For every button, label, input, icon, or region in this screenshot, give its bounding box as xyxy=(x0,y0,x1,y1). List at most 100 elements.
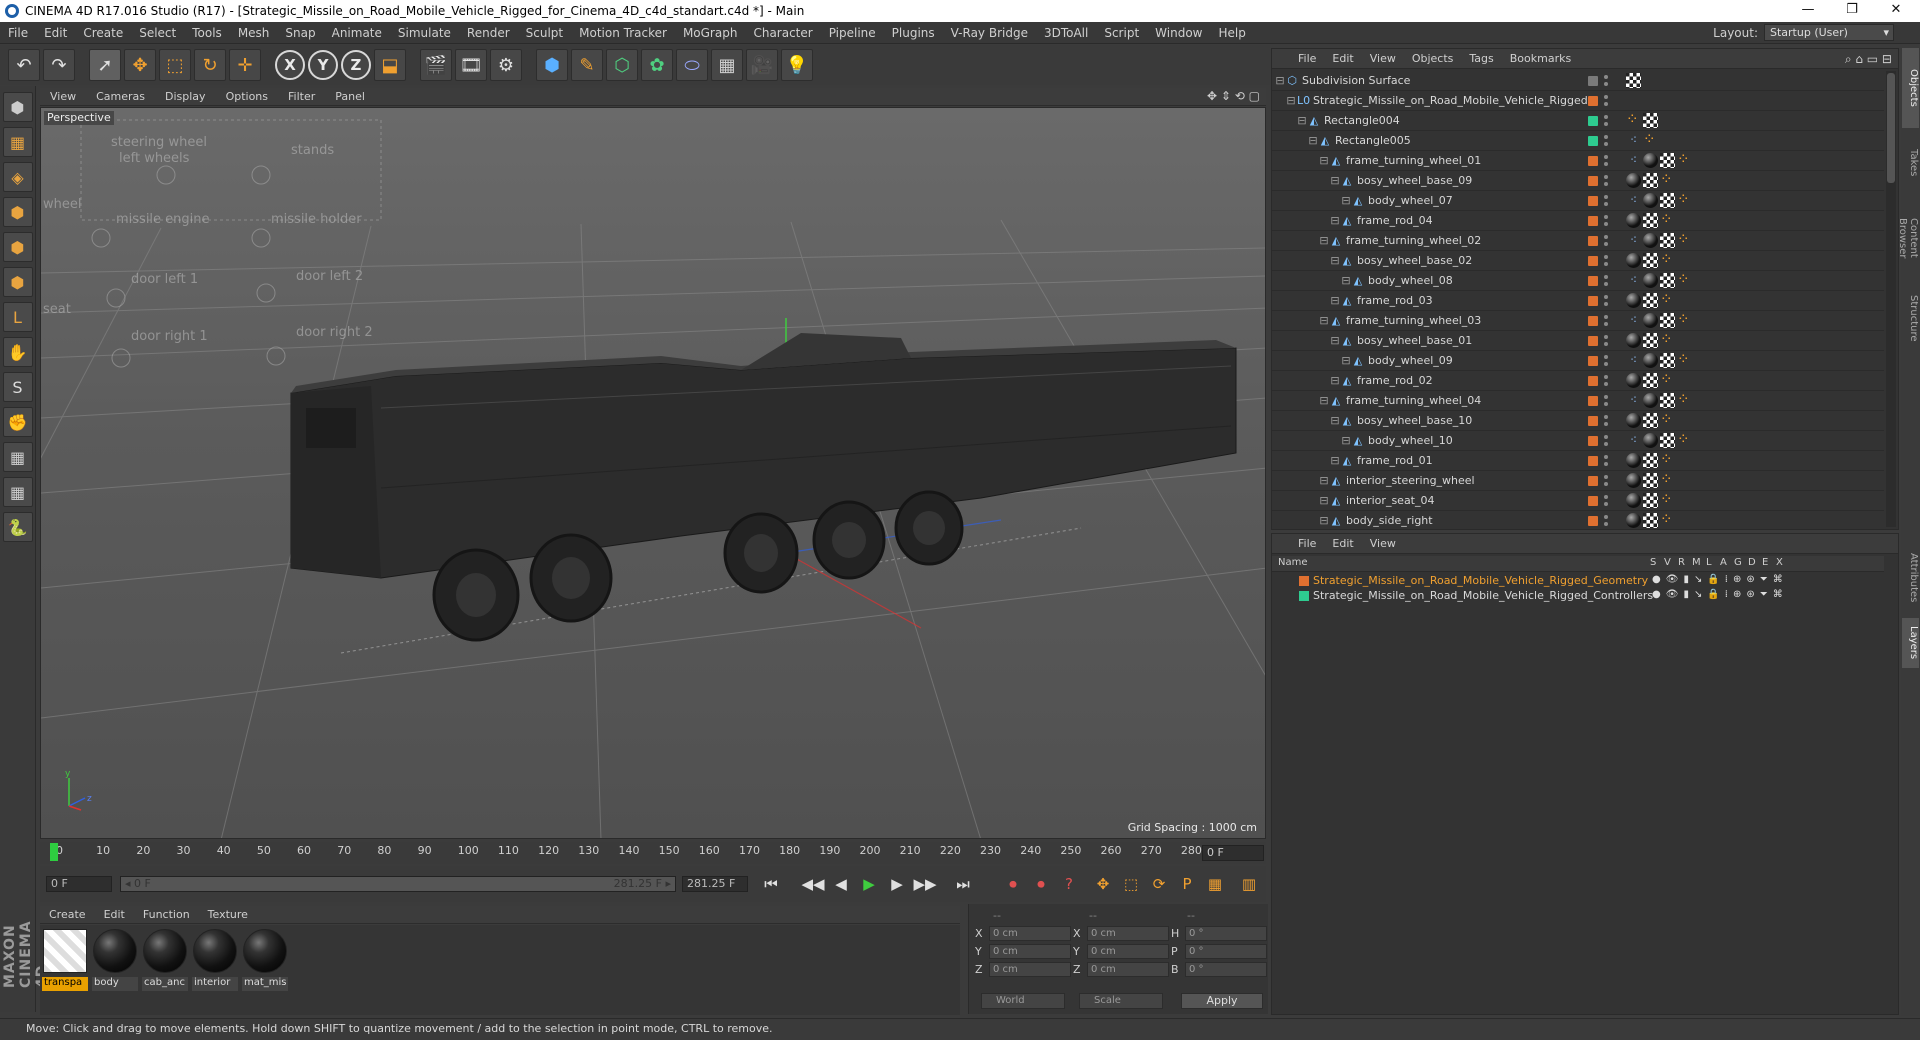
texture-tag-icon[interactable] xyxy=(1660,313,1675,328)
snap-icon[interactable]: S xyxy=(2,372,33,402)
layer-color-swatch[interactable] xyxy=(1588,96,1598,106)
material-tag-icon[interactable] xyxy=(1643,193,1658,208)
visibility-toggle[interactable] xyxy=(1604,114,1610,128)
layer-color-swatch[interactable] xyxy=(1588,76,1598,86)
object-tree-row[interactable]: ⊟ ◭ frame_turning_wheel_01 ⁖ xyxy=(1272,150,1884,171)
autokeying-icon[interactable]: ⏺ xyxy=(1028,872,1054,896)
material-tag-icon[interactable] xyxy=(1643,433,1658,448)
visibility-toggle[interactable] xyxy=(1604,494,1610,508)
viewport-menu-options[interactable]: Options xyxy=(216,90,278,103)
model-mode-icon[interactable]: ⬢ xyxy=(2,92,33,122)
expand-toggle-icon[interactable]: ⊟ xyxy=(1318,315,1330,327)
object-name[interactable]: frame_turning_wheel_02 xyxy=(1346,234,1481,247)
cloner-icon[interactable]: ✿ xyxy=(641,49,673,81)
layer-color-swatch[interactable] xyxy=(1588,436,1598,446)
layer-color-swatch[interactable] xyxy=(1299,591,1309,601)
layer-column-header[interactable]: A xyxy=(1720,557,1727,568)
menu-character[interactable]: Character xyxy=(745,22,820,44)
menu-script[interactable]: Script xyxy=(1096,22,1147,44)
layer-color-swatch[interactable] xyxy=(1299,576,1309,586)
timeline-ticks[interactable]: 0 10 20 30 40 50 60 70 80 90 100 110 120 130 140 150 160… xyxy=(50,842,1202,864)
visibility-toggle[interactable] xyxy=(1604,434,1610,448)
expand-toggle-icon[interactable]: ⊟ xyxy=(1340,355,1352,367)
points-mode-icon[interactable]: ⬢ xyxy=(2,197,33,227)
object-tree[interactable]: ⊟ ⬡ Subdivision Surface ⊟ L0 Strategic_Missil… xyxy=(1272,71,1884,529)
side-tab-structure[interactable]: Structure xyxy=(1902,288,1919,348)
object-name[interactable]: frame_turning_wheel_01 xyxy=(1346,154,1481,167)
object-name[interactable]: interior_seat_04 xyxy=(1346,494,1435,507)
object-tree-row[interactable]: ⊟ ◭ Rectangle004 xyxy=(1272,110,1884,131)
material-tag-icon[interactable] xyxy=(1643,313,1658,328)
expand-toggle-icon[interactable]: ⊟ xyxy=(1318,155,1330,167)
object-tree-row[interactable]: ⊟ ◭ bosy_wheel_base_01 xyxy=(1272,330,1884,351)
selection-tag-icon[interactable] xyxy=(1660,330,1675,348)
rig-tag-icon[interactable]: ⁖ xyxy=(1626,393,1641,408)
render-view-icon[interactable]: 🎬 xyxy=(420,49,452,81)
layer-column-header[interactable]: L xyxy=(1706,557,1712,568)
material-name[interactable]: mat_mis xyxy=(242,977,288,991)
expand-toggle-icon[interactable]: ⊟ xyxy=(1329,335,1341,347)
layer-column-header[interactable]: G xyxy=(1734,557,1742,568)
layer-color-swatch[interactable] xyxy=(1588,416,1598,426)
object-tree-row[interactable]: ⊟ ◭ body_wheel_09 ⁖ xyxy=(1272,350,1884,371)
selection-tag-icon[interactable] xyxy=(1660,510,1675,528)
texture-tag-icon[interactable] xyxy=(1643,513,1658,528)
menu-edit[interactable]: Edit xyxy=(36,22,75,44)
expand-toggle-icon[interactable]: ⊟ xyxy=(1329,255,1341,267)
expand-toggle-icon[interactable]: ⊟ xyxy=(1329,455,1341,467)
x-axis-lock-icon[interactable]: X xyxy=(275,50,305,80)
menu-motion-tracker[interactable]: Motion Tracker xyxy=(571,22,675,44)
object-tree-row[interactable]: ⊟ ◭ body_wheel_10 ⁖ xyxy=(1272,430,1884,451)
object-tree-row[interactable]: ⊟ ◭ frame_turning_wheel_02 ⁖ xyxy=(1272,230,1884,251)
menu-tools[interactable]: Tools xyxy=(184,22,230,44)
layer-toggle-icon[interactable]: ⁞ xyxy=(1725,574,1728,585)
viewport-menu-cameras[interactable]: Cameras xyxy=(86,90,155,103)
subdivision-surface-icon[interactable]: ⬡ xyxy=(606,49,638,81)
live-selection-icon[interactable]: ➚ xyxy=(89,49,121,81)
layer-column-header[interactable]: M xyxy=(1692,557,1701,568)
layer-toggle-icon[interactable]: ↘ xyxy=(1694,574,1702,585)
expand-toggle-icon[interactable]: ⊟ xyxy=(1318,395,1330,407)
material-tag-icon[interactable] xyxy=(1626,213,1641,228)
layer-column-header[interactable]: Name xyxy=(1278,557,1308,568)
texture-tag-icon[interactable] xyxy=(1643,333,1658,348)
layer-color-swatch[interactable] xyxy=(1588,376,1598,386)
side-tab-content-browser[interactable]: Content Browser xyxy=(1897,198,1919,278)
material-tag-icon[interactable] xyxy=(1626,413,1641,428)
preview-range-slider[interactable]: ◂ 0 F 281.25 F ▸ xyxy=(120,876,676,892)
light-icon[interactable]: 💡 xyxy=(781,49,813,81)
object-name[interactable]: body_side_right xyxy=(1346,514,1433,527)
visibility-toggle[interactable] xyxy=(1604,94,1610,108)
texture-tag-icon[interactable] xyxy=(1643,413,1658,428)
viewport-camera-label[interactable]: Perspective xyxy=(44,111,114,125)
visibility-toggle[interactable] xyxy=(1604,134,1610,148)
layer-color-swatch[interactable] xyxy=(1588,396,1598,406)
object-name[interactable]: frame_turning_wheel_03 xyxy=(1346,314,1481,327)
visibility-toggle[interactable] xyxy=(1604,354,1610,368)
material-tag-icon[interactable] xyxy=(1626,373,1641,388)
texture-tag-icon[interactable] xyxy=(1660,433,1675,448)
visibility-toggle[interactable] xyxy=(1604,214,1610,228)
material-tag-icon[interactable] xyxy=(1626,473,1641,488)
texture-tag-icon[interactable] xyxy=(1643,373,1658,388)
scale-key-icon[interactable]: ⬚ xyxy=(1118,872,1144,896)
layer-toggle-icon[interactable]: ⊛ xyxy=(1746,574,1754,585)
layer-toggle-icon[interactable]: ▮ xyxy=(1683,574,1689,585)
material-tag-icon[interactable] xyxy=(1626,493,1641,508)
menu-pipeline[interactable]: Pipeline xyxy=(821,22,884,44)
selection-tag-icon[interactable] xyxy=(1677,150,1692,168)
rig-tag-icon[interactable]: ⁖ xyxy=(1626,133,1641,148)
object-name[interactable]: Strategic_Missile_on_Road_Mobile_Vehicle… xyxy=(1313,94,1588,107)
menu-plugins[interactable]: Plugins xyxy=(884,22,943,44)
object-name[interactable]: bosy_wheel_base_10 xyxy=(1357,414,1472,427)
texture-tag-icon[interactable] xyxy=(1643,473,1658,488)
object-tree-row[interactable]: ⊟ ◭ body_wheel_08 ⁖ xyxy=(1272,270,1884,291)
perspective-viewport[interactable]: steering wheel left wheels stands missil… xyxy=(40,107,1266,839)
object-tree-row[interactable]: ⊟ ◭ frame_turning_wheel_04 ⁖ xyxy=(1272,390,1884,411)
scrollbar-thumb[interactable] xyxy=(1887,73,1895,183)
object-tree-row[interactable]: ⊟ ◭ frame_rod_04 xyxy=(1272,210,1884,231)
selection-tag-icon[interactable] xyxy=(1660,210,1675,228)
object-tree-row[interactable]: ⊟ ⬡ Subdivision Surface xyxy=(1272,71,1884,91)
object-name[interactable]: Subdivision Surface xyxy=(1302,74,1410,87)
lm-menu-edit[interactable]: Edit xyxy=(1324,537,1361,550)
